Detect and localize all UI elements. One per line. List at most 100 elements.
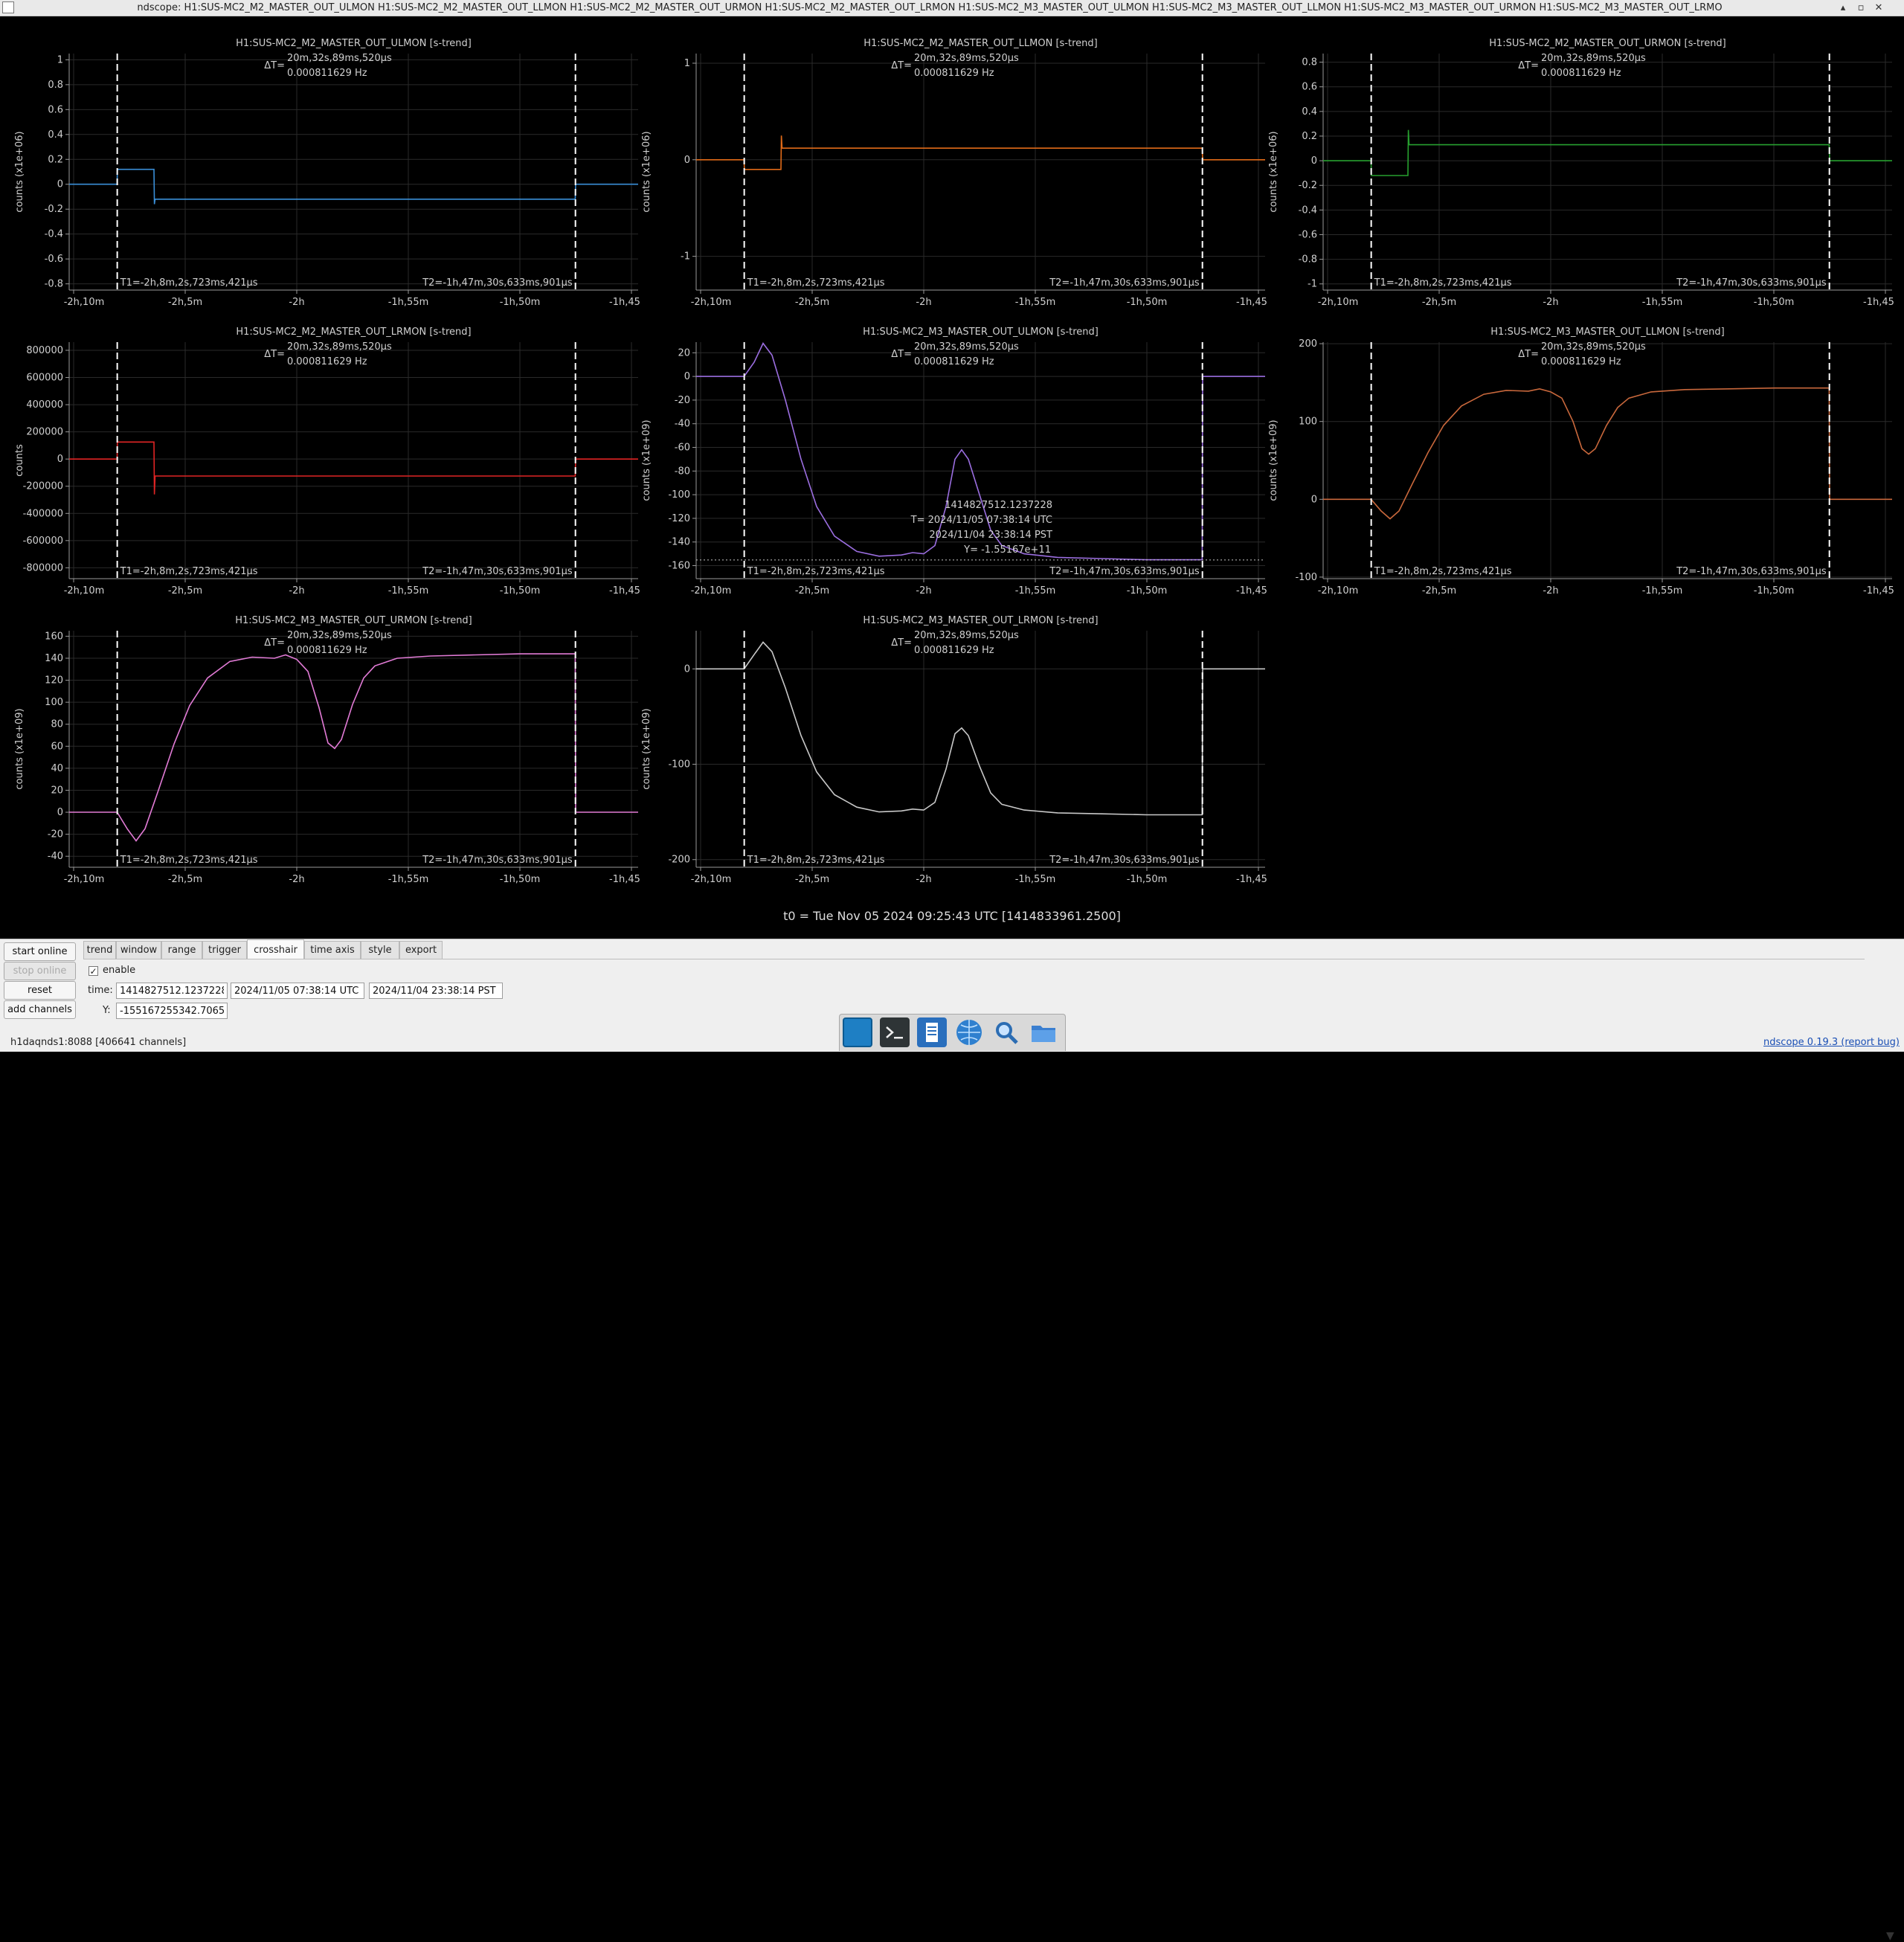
- window-titlebar[interactable]: ndscope: H1:SUS-MC2_M2_MASTER_OUT_ULMON …: [0, 0, 1904, 16]
- plot-panel[interactable]: H1:SUS-MC2_M2_MASTER_OUT_URMON [s-trend]…: [1268, 38, 1894, 308]
- plot-grid[interactable]: H1:SUS-MC2_M2_MASTER_OUT_ULMON [s-trend]…: [0, 16, 1904, 909]
- t1-cursor-label: T1=-2h,8m,2s,723ms,421μs: [747, 566, 885, 577]
- crosshair-local: 2024/11/04 23:38:14 PST: [929, 530, 1052, 541]
- tab-range[interactable]: range: [161, 941, 202, 959]
- enable-label: enable: [103, 965, 136, 976]
- delta-t-label: ΔT=: [1518, 60, 1539, 71]
- y-tick-label: -200: [668, 855, 690, 866]
- terminal-icon[interactable]: [880, 1017, 910, 1047]
- reset-button[interactable]: reset: [4, 981, 76, 1000]
- delta-t-frequency: 0.000811629 Hz: [1541, 68, 1621, 79]
- plot-panel[interactable]: H1:SUS-MC2_M2_MASTER_OUT_LLMON [s-trend]…: [641, 38, 1267, 308]
- plot-panel[interactable]: H1:SUS-MC2_M3_MASTER_OUT_ULMON [s-trend]…: [641, 327, 1267, 597]
- close-icon[interactable]: ✕: [1871, 0, 1886, 16]
- time-label: time:: [88, 985, 113, 996]
- t2-cursor-label: T2=-1h,47m,30s,633ms,901μs: [1049, 277, 1200, 289]
- x-tick-label: -1h,50m: [500, 874, 541, 885]
- y-tick-label: 100: [1299, 417, 1317, 428]
- x-tick-label: -1h,55m: [1015, 297, 1056, 308]
- plot-title: H1:SUS-MC2_M3_MASTER_OUT_LLMON [s-trend]: [1490, 327, 1724, 338]
- y-tick-label: 0.4: [48, 129, 63, 141]
- enable-checkbox[interactable]: ✓: [89, 966, 98, 977]
- web-browser-icon[interactable]: [954, 1017, 984, 1047]
- plot-title: H1:SUS-MC2_M2_MASTER_OUT_URMON [s-trend]: [1489, 38, 1726, 49]
- window-title: ndscope: H1:SUS-MC2_M2_MASTER_OUT_ULMON …: [137, 2, 1723, 13]
- collapse-icon[interactable]: ▼: [1886, 1930, 1894, 1942]
- x-tick-label: -1h,55m: [1642, 297, 1683, 308]
- add-channels-button[interactable]: add channels: [4, 1000, 76, 1019]
- t2-cursor-label: T2=-1h,47m,30s,633ms,901μs: [1049, 566, 1200, 577]
- tab-trigger[interactable]: trigger: [202, 941, 247, 959]
- y-value-field[interactable]: [116, 1003, 228, 1019]
- y-tick-label: 1: [57, 54, 63, 65]
- time-utc-field[interactable]: [231, 983, 364, 999]
- document-lines-icon: [926, 1023, 938, 1042]
- tab-time-axis[interactable]: time axis: [304, 941, 361, 959]
- y-axis-label: counts: [14, 444, 25, 477]
- y-axis-label: counts (x1e+09): [641, 708, 652, 789]
- x-tick-label: -1h,55m: [1642, 585, 1683, 597]
- delta-t-value: 20m,32s,89ms,520μs: [287, 53, 392, 64]
- y-tick-label: -120: [668, 513, 690, 524]
- text-editor-icon[interactable]: [917, 1017, 947, 1047]
- y-tick-label: -20: [675, 395, 690, 406]
- stop-online-button[interactable]: stop online: [4, 962, 76, 980]
- plot-panel[interactable]: H1:SUS-MC2_M3_MASTER_OUT_URMON [s-trend]…: [14, 615, 640, 885]
- y-tick-label: 0: [684, 371, 690, 382]
- tab-trend[interactable]: trend: [83, 941, 116, 959]
- y-tick-label: -100: [1295, 572, 1317, 583]
- plot-title: H1:SUS-MC2_M3_MASTER_OUT_ULMON [s-trend]: [863, 327, 1099, 338]
- maximize-icon[interactable]: ▫: [1853, 0, 1868, 16]
- globe-icon: [956, 1020, 982, 1045]
- x-tick-label: -1h,45: [1863, 297, 1894, 308]
- start-online-button[interactable]: start online: [4, 942, 76, 961]
- delta-t-value: 20m,32s,89ms,520μs: [1541, 53, 1646, 64]
- time-gps-field[interactable]: [116, 983, 228, 999]
- x-tick-label: -2h,5m: [795, 297, 829, 308]
- crosshair-gps: 1414827512.1237228: [945, 500, 1052, 511]
- x-tick-label: -2h: [289, 585, 304, 597]
- file-manager-icon[interactable]: [1029, 1017, 1058, 1047]
- delta-t-label: ΔT=: [264, 637, 285, 649]
- time-local-field[interactable]: [369, 983, 503, 999]
- y-tick-label: 0.8: [1302, 57, 1317, 68]
- y-tick-label: 120: [45, 675, 63, 687]
- series-line: [1323, 129, 1892, 176]
- search-app-icon[interactable]: [991, 1017, 1021, 1047]
- y-tick-label: 0: [684, 155, 690, 166]
- y-axis-label: counts (x1e+06): [1268, 131, 1279, 212]
- t2-cursor-label: T2=-1h,47m,30s,633ms,901μs: [422, 855, 573, 866]
- y-tick-label: -0.6: [1299, 229, 1317, 240]
- plot-title: H1:SUS-MC2_M3_MASTER_OUT_LRMON [s-trend]: [863, 615, 1098, 626]
- plot-panel[interactable]: H1:SUS-MC2_M3_MASTER_OUT_LLMON [s-trend]…: [1268, 327, 1894, 597]
- plot-panel[interactable]: H1:SUS-MC2_M2_MASTER_OUT_ULMON [s-trend]…: [14, 38, 640, 308]
- x-tick-label: -2h,10m: [64, 297, 105, 308]
- minimize-icon[interactable]: ▴: [1836, 0, 1850, 16]
- y-tick-label: 20: [678, 347, 690, 359]
- y-tick-label: -20: [48, 829, 63, 840]
- tab-window[interactable]: window: [116, 941, 161, 959]
- y-tick-label: -200000: [23, 481, 63, 492]
- y-axis-label: counts (x1e+06): [641, 131, 652, 212]
- y-tick-label: 80: [51, 719, 63, 730]
- delta-t-frequency: 0.000811629 Hz: [914, 645, 994, 656]
- x-tick-label: -1h,55m: [1015, 585, 1056, 597]
- tab-style[interactable]: style: [361, 941, 399, 959]
- y-tick-label: -0.2: [1299, 180, 1317, 191]
- plot-panel[interactable]: H1:SUS-MC2_M2_MASTER_OUT_LRMON [s-trend]…: [14, 327, 640, 597]
- x-tick-label: -1h,55m: [388, 874, 429, 885]
- series-line: [696, 641, 1265, 816]
- y-label: Y:: [103, 1005, 111, 1016]
- y-tick-label: -800000: [23, 562, 63, 573]
- x-tick-label: -1h,55m: [388, 297, 429, 308]
- tab-export[interactable]: export: [399, 941, 443, 959]
- plot-panel[interactable]: H1:SUS-MC2_M3_MASTER_OUT_LRMON [s-trend]…: [641, 615, 1267, 885]
- tab-crosshair[interactable]: crosshair: [247, 939, 304, 959]
- series-line: [69, 168, 638, 205]
- y-tick-label: -100: [668, 489, 690, 501]
- ndscope-app-icon[interactable]: [843, 1017, 872, 1047]
- x-tick-label: -2h,5m: [795, 874, 829, 885]
- version-link[interactable]: ndscope 0.19.3 (report bug): [1763, 1037, 1900, 1048]
- y-tick-label: -100: [668, 759, 690, 771]
- delta-t-value: 20m,32s,89ms,520μs: [914, 630, 1019, 641]
